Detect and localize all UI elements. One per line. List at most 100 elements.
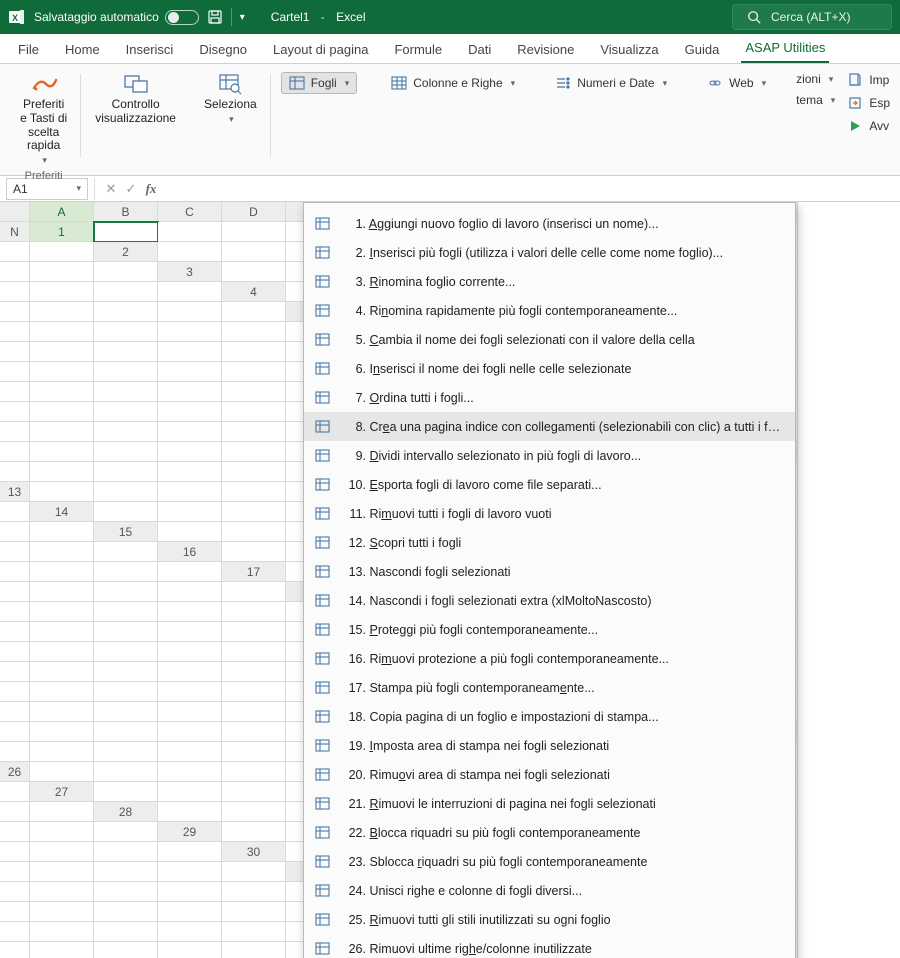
tab-guida[interactable]: Guida bbox=[681, 36, 724, 63]
cell[interactable] bbox=[158, 342, 222, 362]
cell[interactable] bbox=[0, 602, 30, 622]
menu-item-26[interactable]: 26. Rimuovi ultime righe/colonne inutili… bbox=[304, 934, 795, 958]
cell[interactable] bbox=[0, 562, 30, 582]
cell[interactable] bbox=[30, 802, 94, 822]
cell[interactable] bbox=[222, 862, 286, 882]
cell[interactable] bbox=[0, 682, 30, 702]
cell[interactable] bbox=[222, 422, 286, 442]
cell[interactable] bbox=[94, 742, 158, 762]
cell[interactable] bbox=[0, 442, 30, 462]
cell[interactable] bbox=[94, 262, 158, 282]
cell[interactable] bbox=[158, 742, 222, 762]
cell[interactable] bbox=[0, 502, 30, 522]
menu-item-18[interactable]: 18. Copia pagina di un foglio e impostaz… bbox=[304, 702, 795, 731]
cell[interactable] bbox=[0, 582, 30, 602]
cell[interactable] bbox=[0, 942, 30, 958]
cell[interactable] bbox=[0, 822, 30, 842]
cell[interactable] bbox=[222, 582, 286, 602]
menu-item-4[interactable]: 4. Rinomina rapidamente più fogli contem… bbox=[304, 296, 795, 325]
cell[interactable] bbox=[158, 802, 222, 822]
menu-item-10[interactable]: 10. Esporta fogli di lavoro come file se… bbox=[304, 470, 795, 499]
cell[interactable] bbox=[158, 222, 222, 242]
quick-access-dropdown-icon[interactable]: ▾ bbox=[240, 12, 245, 23]
cell[interactable] bbox=[30, 462, 94, 482]
fogli-dropdown-button[interactable]: Fogli▾ bbox=[281, 72, 358, 94]
cell[interactable] bbox=[94, 322, 158, 342]
cell[interactable] bbox=[30, 602, 94, 622]
cell[interactable] bbox=[222, 622, 286, 642]
cell[interactable] bbox=[0, 302, 30, 322]
cell[interactable] bbox=[222, 902, 286, 922]
cell[interactable] bbox=[30, 302, 94, 322]
row-header[interactable]: 1 bbox=[30, 222, 94, 242]
cell[interactable] bbox=[222, 762, 286, 782]
cell[interactable] bbox=[222, 222, 286, 242]
cell[interactable] bbox=[30, 922, 94, 942]
cell[interactable] bbox=[158, 902, 222, 922]
cell[interactable] bbox=[94, 922, 158, 942]
cell[interactable] bbox=[94, 722, 158, 742]
cell[interactable] bbox=[30, 722, 94, 742]
tab-formule[interactable]: Formule bbox=[390, 36, 446, 63]
cell[interactable] bbox=[0, 862, 30, 882]
cell[interactable] bbox=[222, 682, 286, 702]
menu-item-3[interactable]: 3. Rinomina foglio corrente... bbox=[304, 267, 795, 296]
tab-inserisci[interactable]: Inserisci bbox=[122, 36, 178, 63]
tema-partial[interactable]: tema▾ bbox=[792, 91, 839, 109]
menu-item-15[interactable]: 15. Proteggi più fogli contemporaneament… bbox=[304, 615, 795, 644]
cell[interactable] bbox=[94, 702, 158, 722]
controllo-visualizzazione-button[interactable]: Controllo visualizzazione bbox=[91, 70, 180, 128]
zioni-partial[interactable]: zioni▾ bbox=[792, 70, 837, 88]
cell[interactable] bbox=[158, 442, 222, 462]
cell[interactable] bbox=[0, 922, 30, 942]
cell[interactable] bbox=[94, 682, 158, 702]
cell[interactable] bbox=[158, 462, 222, 482]
cell[interactable] bbox=[30, 562, 94, 582]
avv-button[interactable]: Avv bbox=[843, 116, 894, 136]
cell[interactable] bbox=[222, 242, 286, 262]
cell[interactable] bbox=[94, 422, 158, 442]
cell[interactable] bbox=[0, 902, 30, 922]
cell[interactable] bbox=[94, 442, 158, 462]
cell[interactable] bbox=[30, 842, 94, 862]
menu-item-16[interactable]: 16. Rimuovi protezione a più fogli conte… bbox=[304, 644, 795, 673]
esp-button[interactable]: Esp bbox=[843, 93, 894, 113]
cell[interactable] bbox=[158, 482, 222, 502]
row-header[interactable]: 30 bbox=[222, 842, 286, 862]
tab-disegno[interactable]: Disegno bbox=[195, 36, 251, 63]
cell[interactable] bbox=[94, 842, 158, 862]
cell[interactable] bbox=[0, 342, 30, 362]
cell[interactable] bbox=[30, 422, 94, 442]
tab-dati[interactable]: Dati bbox=[464, 36, 495, 63]
cell[interactable] bbox=[94, 302, 158, 322]
cell[interactable] bbox=[30, 902, 94, 922]
cell[interactable] bbox=[222, 662, 286, 682]
cell[interactable] bbox=[30, 262, 94, 282]
cell[interactable] bbox=[30, 322, 94, 342]
cell[interactable] bbox=[222, 522, 286, 542]
row-header[interactable]: 15 bbox=[94, 522, 158, 542]
colonne-righe-button[interactable]: Colonne e Righe▾ bbox=[385, 72, 521, 94]
col-header[interactable]: N bbox=[0, 222, 30, 242]
cell[interactable] bbox=[0, 322, 30, 342]
col-header[interactable]: B bbox=[94, 202, 158, 222]
row-header[interactable]: 14 bbox=[30, 502, 94, 522]
menu-item-19[interactable]: 19. Imposta area di stampa nei fogli sel… bbox=[304, 731, 795, 760]
autosave-toggle[interactable]: Salvataggio automatico bbox=[34, 10, 199, 25]
cell[interactable] bbox=[30, 342, 94, 362]
cell[interactable] bbox=[94, 462, 158, 482]
cell[interactable] bbox=[94, 362, 158, 382]
cell[interactable] bbox=[222, 402, 286, 422]
cell[interactable] bbox=[94, 502, 158, 522]
cell[interactable] bbox=[0, 722, 30, 742]
cell[interactable] bbox=[158, 562, 222, 582]
row-header[interactable]: 29 bbox=[158, 822, 222, 842]
cell[interactable] bbox=[94, 882, 158, 902]
cell[interactable] bbox=[222, 542, 286, 562]
cell[interactable] bbox=[30, 382, 94, 402]
cell[interactable] bbox=[222, 942, 286, 958]
cell[interactable] bbox=[0, 262, 30, 282]
row-header[interactable]: 28 bbox=[94, 802, 158, 822]
seleziona-button[interactable]: Seleziona ▾ bbox=[200, 70, 261, 127]
menu-item-14[interactable]: 14. Nascondi i fogli selezionati extra (… bbox=[304, 586, 795, 615]
